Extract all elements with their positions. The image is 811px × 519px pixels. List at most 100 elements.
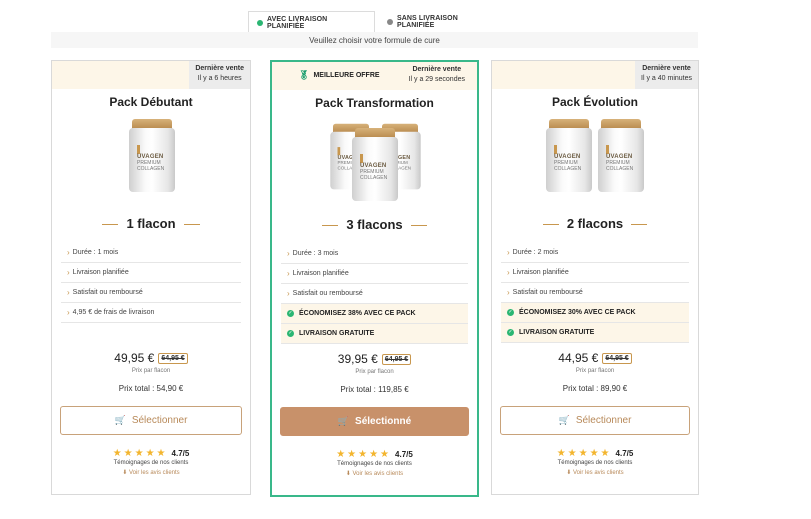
highlight-item: ✓ LIVRAISON GRATUITE — [501, 323, 689, 343]
feature-item: › Livraison planifiée — [281, 264, 468, 284]
jar-image: UVAGENPREMIUMCOLLAGEN — [598, 119, 644, 193]
product-image: UVAGENPREMIUMCOLLAGEN UVAGENPREMIUMCOLLA… — [272, 120, 477, 202]
chevron-right-icon: › — [67, 288, 70, 297]
last-sale-box: Dernière vente Il y a 40 minutes — [635, 61, 698, 89]
select-button[interactable]: 🛒 Sélectionner — [500, 406, 690, 435]
old-price: 64,95 € — [602, 353, 632, 365]
quantity-heading: 3 flacons — [272, 217, 477, 232]
feature-list: › Durée : 2 mois › Livraison planifiée › Sa… — [501, 243, 689, 343]
rating-stars: ★★★★★ 4.7/5 — [272, 449, 477, 460]
chevron-right-icon: › — [287, 249, 290, 258]
testimonials-label: Témoignages de nos clients — [557, 460, 633, 466]
testimonials-label: Témoignages de nos clients — [113, 460, 189, 466]
cart-icon: 🛒 — [337, 416, 350, 426]
last-sale-box: Dernière vente Il y a 6 heures — [189, 61, 250, 89]
pack-title: Pack Évolution — [551, 95, 639, 109]
rating-score: 4.7/5 — [615, 449, 634, 458]
price: 49,95 €64,95 € — [52, 351, 250, 365]
see-reviews-link[interactable]: ⬇ Voir les avis clients — [492, 469, 698, 476]
chevron-right-icon: › — [67, 268, 70, 277]
last-sale-title: Dernière vente — [642, 65, 691, 72]
jar-image: UVAGENPREMIUMCOLLAGEN — [129, 119, 175, 193]
highlight-item: ✓ ÉCONOMISEZ 38% AVEC CE PACK — [281, 304, 468, 324]
testimonials-label: Témoignages de nos clients — [337, 461, 412, 467]
tab-label: SANS LIVRAISON PLANIFIÉE — [396, 15, 458, 29]
highlight-item: ✓ ÉCONOMISEZ 30% AVEC CE PACK — [501, 303, 689, 323]
check-circle-icon: ✓ — [507, 329, 514, 336]
check-circle-icon: ✓ — [287, 330, 294, 337]
subtitle-bar: Veuillez choisir votre formule de cure — [51, 32, 698, 48]
feature-item: › 4,95 € de frais de livraison — [61, 303, 241, 323]
jar-image: UVAGENPREMIUMCOLLAGEN — [546, 119, 592, 193]
star-icon: ★★★★★ — [336, 449, 392, 460]
feature-item: › Satisfait ou remboursé — [61, 283, 241, 303]
feature-item: › Livraison planifiée — [61, 263, 241, 283]
rating-stars: ★★★★★ 4.7/5 — [492, 448, 698, 459]
rating-score: 4.7/5 — [171, 449, 190, 458]
feature-list: › Durée : 1 mois › Livraison planifiée › Sa… — [61, 243, 241, 323]
star-icon: ★★★★★ — [112, 448, 168, 459]
last-sale-box: Dernière vente Il y a 29 secondes — [403, 62, 471, 90]
chevron-right-icon: › — [507, 288, 510, 297]
last-sale-title: Dernière vente — [195, 65, 244, 72]
feature-item: › Durée : 1 mois — [61, 243, 241, 263]
medal-icon: 🏅︎ — [298, 70, 310, 80]
quantity-heading: 1 flacon — [52, 216, 250, 231]
old-price: 64,95 € — [381, 354, 412, 366]
feature-item: › Durée : 3 mois — [281, 244, 468, 264]
star-icon: ★★★★★ — [556, 448, 612, 459]
chevron-right-icon: › — [507, 248, 510, 257]
chevron-right-icon: › — [287, 269, 290, 278]
price: 39,95 €64,95 € — [272, 352, 477, 366]
rating-stars: ★★★★★ 4.7/5 — [52, 448, 250, 459]
pack-title: Pack Débutant — [109, 95, 193, 109]
selected-button[interactable]: 🛒 Sélectionné — [280, 407, 469, 436]
chevron-right-icon: › — [287, 289, 290, 298]
radio-dot-icon — [257, 19, 263, 26]
price-per-unit-label: Prix par flacon — [575, 368, 615, 374]
check-circle-icon: ✓ — [287, 310, 294, 317]
last-sale-title: Dernière vente — [412, 66, 462, 73]
feature-item: › Satisfait ou remboursé — [501, 283, 689, 303]
cart-icon: 🛒 — [558, 415, 570, 425]
quantity-heading: 2 flacons — [492, 216, 698, 231]
price-per-unit-label: Prix par flacon — [355, 369, 394, 375]
tab-label: AVEC LIVRAISON PLANIFIÉE — [266, 15, 328, 30]
jar-image: UVAGENPREMIUMCOLLAGEN — [352, 128, 398, 202]
tab-sans-livraison[interactable]: SANS LIVRAISON PLANIFIÉE — [375, 11, 505, 33]
select-button[interactable]: 🛒 Sélectionner — [60, 406, 242, 435]
rating-score: 4.7/5 — [395, 450, 413, 459]
pack-title: Pack Transformation — [315, 96, 434, 110]
chevron-right-icon: › — [507, 268, 510, 277]
total-price: Prix total : 54,90 € — [118, 384, 184, 393]
check-circle-icon: ✓ — [507, 309, 514, 316]
feature-list: › Durée : 3 mois › Livraison planifiée › Sa… — [281, 244, 468, 344]
cart-icon: 🛒 — [114, 415, 126, 425]
chevron-right-icon: › — [67, 308, 70, 317]
last-sale-time: Il y a 6 heures — [197, 75, 242, 82]
price: 44,95 €64,95 € — [492, 351, 698, 365]
feature-item: › Durée : 2 mois — [501, 243, 689, 263]
best-offer-badge: 🏅︎ MEILLEURE OFFRE — [298, 70, 380, 80]
highlight-item: ✓ LIVRAISON GRATUITE — [281, 324, 468, 344]
pack-card-evolution[interactable]: Dernière vente Il y a 40 minutes Pack Év… — [491, 60, 699, 495]
see-reviews-link[interactable]: ⬇ Voir les avis clients — [52, 469, 250, 476]
last-sale-time: Il y a 29 secondes — [408, 76, 465, 83]
feature-item: › Livraison planifiée — [501, 263, 689, 283]
radio-dot-icon — [387, 19, 393, 25]
product-image: UVAGEN PREMIUM COLLAGEN — [52, 119, 250, 199]
subtitle: Veuillez choisir votre formule de cure — [309, 35, 440, 45]
last-sale-time: Il y a 40 minutes — [641, 75, 692, 82]
price-per-unit-label: Prix par flacon — [131, 368, 171, 374]
tab-avec-livraison[interactable]: AVEC LIVRAISON PLANIFIÉE — [248, 11, 375, 33]
total-price: Prix total : 89,90 € — [562, 384, 628, 393]
delivery-tabs: AVEC LIVRAISON PLANIFIÉE SANS LIVRAISON … — [248, 11, 505, 33]
total-price: Prix total : 119,85 € — [340, 385, 409, 394]
old-price: 64,95 € — [158, 353, 188, 365]
see-reviews-link[interactable]: ⬇ Voir les avis clients — [272, 470, 477, 477]
product-image: UVAGENPREMIUMCOLLAGEN UVAGENPREMIUMCOLLA… — [492, 119, 698, 199]
feature-item: › Satisfait ou remboursé — [281, 284, 468, 304]
pack-card-debutant[interactable]: Dernière vente Il y a 6 heures Pack Débu… — [51, 60, 251, 495]
chevron-right-icon: › — [67, 248, 70, 257]
pack-card-transformation[interactable]: 🏅︎ MEILLEURE OFFRE Dernière vente Il y a … — [270, 60, 479, 497]
